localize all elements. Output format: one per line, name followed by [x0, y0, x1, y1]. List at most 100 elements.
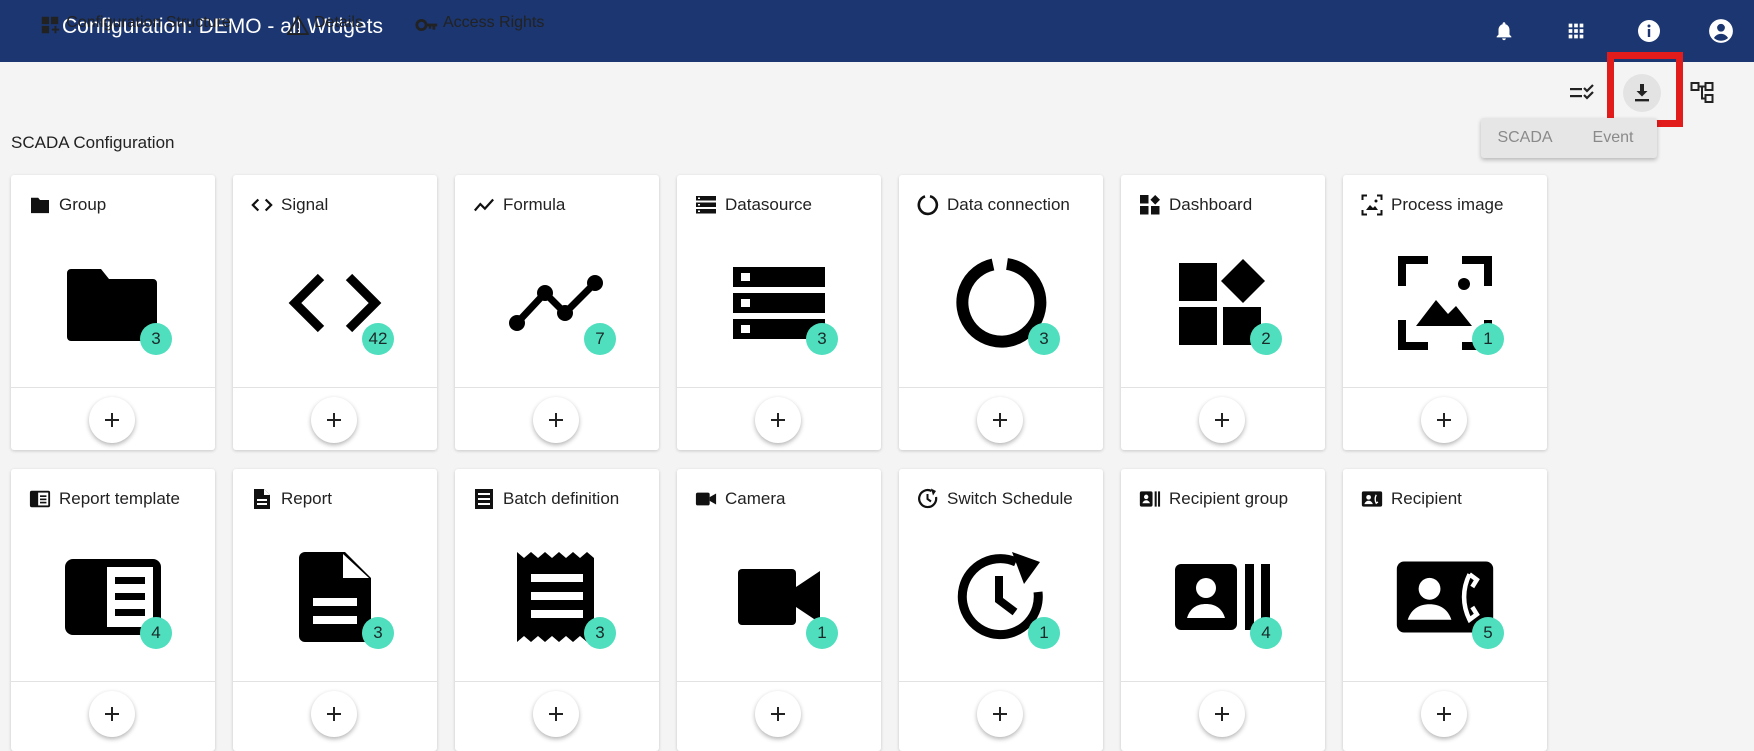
- card-label: Process image: [1391, 195, 1504, 214]
- divider: [1121, 387, 1325, 388]
- card-label: Signal: [281, 195, 329, 214]
- card-group[interactable]: Group 3: [11, 175, 215, 450]
- count-badge: 3: [584, 617, 616, 649]
- add-button[interactable]: [1199, 691, 1245, 737]
- card-report-template[interactable]: Report template 4: [11, 469, 215, 751]
- card-formula[interactable]: Formula 7: [455, 175, 659, 450]
- divider: [1343, 681, 1547, 682]
- divider: [1343, 387, 1547, 388]
- card-label: Report template: [59, 489, 180, 508]
- add-button[interactable]: [977, 691, 1023, 737]
- card-recipient[interactable]: Recipient 5: [1343, 469, 1547, 751]
- count-badge: 7: [584, 323, 616, 355]
- card-report[interactable]: Report 3: [233, 469, 437, 751]
- card-label: Recipient group: [1169, 489, 1289, 508]
- divider: [677, 387, 881, 388]
- card-label: Switch Schedule: [947, 489, 1073, 508]
- tab-label: Access Rights: [443, 14, 545, 31]
- card-label: Report: [281, 489, 333, 508]
- section-title: SCADA Configuration: [11, 133, 175, 152]
- article-template-icon: [29, 488, 51, 510]
- donut-ring-icon: [917, 194, 939, 216]
- folder-icon: [29, 194, 51, 216]
- count-badge: 1: [1028, 617, 1060, 649]
- card-process-image[interactable]: Process image 1: [1343, 175, 1547, 450]
- divider: [1121, 681, 1325, 682]
- card-recipient-group[interactable]: Recipient group 4: [1121, 469, 1325, 751]
- card-camera[interactable]: Camera 1: [677, 469, 881, 751]
- key-icon: [415, 14, 439, 36]
- card-dashboard[interactable]: Dashboard 2: [1121, 175, 1325, 450]
- contacts-group-icon: [1139, 488, 1161, 510]
- divider: [455, 681, 659, 682]
- dashboard-customize-icon: [38, 14, 62, 36]
- add-button[interactable]: [1421, 691, 1467, 737]
- count-badge: 3: [140, 323, 172, 355]
- divider: [899, 681, 1103, 682]
- checklist-icon[interactable]: [1563, 74, 1601, 112]
- card-label: Recipient: [1391, 489, 1462, 508]
- count-badge: 4: [1250, 617, 1282, 649]
- count-badge: 3: [1028, 323, 1060, 355]
- add-button[interactable]: [89, 397, 135, 443]
- divider: [233, 681, 437, 682]
- tab-details[interactable]: Details: [286, 10, 363, 50]
- divider: [11, 681, 215, 682]
- apps-grid-icon[interactable]: [1560, 15, 1592, 47]
- count-badge: 3: [806, 323, 838, 355]
- scada-event-toggle: SCADA Event: [1481, 118, 1657, 158]
- card-label: Formula: [503, 195, 566, 214]
- divider: [233, 387, 437, 388]
- image-frame-icon: [1361, 194, 1383, 216]
- videocam-icon: [695, 488, 717, 510]
- add-button[interactable]: [533, 397, 579, 443]
- add-button[interactable]: [1421, 397, 1467, 443]
- divider: [899, 387, 1103, 388]
- toggle-option-scada[interactable]: SCADA: [1481, 118, 1569, 158]
- tab-configuration-structure[interactable]: Configuration Structure: [11, 10, 258, 50]
- card-label: Batch definition: [503, 489, 620, 508]
- storage-icon: [695, 194, 717, 216]
- add-button[interactable]: [311, 397, 357, 443]
- divider: [455, 387, 659, 388]
- tab-label: Details: [314, 14, 363, 31]
- code-icon: [251, 194, 273, 216]
- card-data-connection[interactable]: Data connection 3: [899, 175, 1103, 450]
- add-button[interactable]: [977, 397, 1023, 443]
- card-datasource[interactable]: Datasource 3: [677, 175, 881, 450]
- bell-icon[interactable]: [1488, 15, 1520, 47]
- card-batch-definition[interactable]: Batch definition 3: [455, 469, 659, 751]
- schedule-refresh-icon: [917, 488, 939, 510]
- card-signal[interactable]: Signal 42: [233, 175, 437, 450]
- add-button[interactable]: [311, 691, 357, 737]
- card-label: Datasource: [725, 195, 812, 214]
- add-button[interactable]: [89, 691, 135, 737]
- document-icon: [251, 488, 273, 510]
- account-icon[interactable]: [1705, 15, 1737, 47]
- count-badge: 3: [362, 617, 394, 649]
- tree-structure-icon[interactable]: [1683, 74, 1721, 112]
- trend-line-icon: [473, 194, 495, 216]
- tab-label: Configuration Structure: [66, 14, 231, 31]
- add-button[interactable]: [755, 397, 801, 443]
- count-badge: 2: [1250, 323, 1282, 355]
- card-label: Data connection: [947, 195, 1070, 214]
- card-label: Dashboard: [1169, 195, 1253, 214]
- card-label: Group: [59, 195, 107, 214]
- divider: [677, 681, 881, 682]
- count-badge: 4: [140, 617, 172, 649]
- count-badge: 1: [806, 617, 838, 649]
- top-app-bar: Configuration: DEMO - all Widgets: [0, 0, 1754, 62]
- card-label: Camera: [725, 489, 786, 508]
- tab-access-rights[interactable]: Access Rights: [415, 10, 544, 50]
- info-icon[interactable]: [1633, 15, 1665, 47]
- add-button[interactable]: [1199, 397, 1245, 443]
- add-button[interactable]: [533, 691, 579, 737]
- download-highlight-box: [1607, 52, 1683, 127]
- count-badge: 5: [1472, 617, 1504, 649]
- add-button[interactable]: [755, 691, 801, 737]
- card-switch-schedule[interactable]: Switch Schedule 1: [899, 469, 1103, 751]
- divider: [11, 387, 215, 388]
- toggle-option-event[interactable]: Event: [1569, 118, 1657, 158]
- count-badge: 1: [1472, 323, 1504, 355]
